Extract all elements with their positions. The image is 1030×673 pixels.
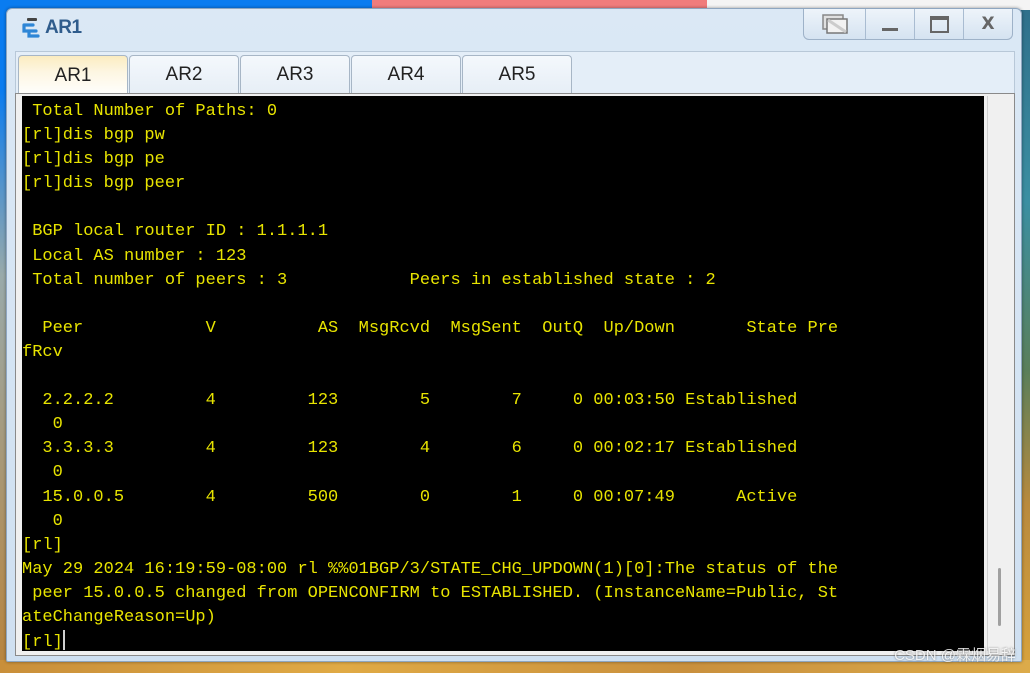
terminal-line: 2.2.2.2 4 123 5 7 0 00:03:50 Established xyxy=(22,391,798,411)
terminal-frame: Total Number of Paths: 0 [rl]dis bgp pw [r… xyxy=(15,93,1015,656)
restore-windows-button[interactable] xyxy=(804,9,865,39)
tab-ar5[interactable]: AR5 xyxy=(462,55,572,94)
minimize-icon xyxy=(882,27,898,31)
terminal-line: Total Number of Paths: 0 xyxy=(22,102,278,121)
terminal-line: [rl]dis bgp peer xyxy=(22,174,186,194)
window-title: AR1 xyxy=(45,17,82,38)
terminal-console[interactable]: Total Number of Paths: 0 [rl]dis bgp pw [r… xyxy=(22,96,984,651)
router-app-icon xyxy=(22,18,40,38)
device-tab-strip: AR1 AR2 AR3 AR4 AR5 xyxy=(15,51,1015,96)
watermark: CSDN @霖烟易辞 xyxy=(894,647,1016,664)
maximize-button[interactable] xyxy=(914,9,963,39)
terminal-line: Total number of peers : 3 Peers in estab… xyxy=(22,270,716,290)
terminal-output: Total Number of Paths: 0 [rl]dis bgp pw [r… xyxy=(22,96,984,651)
terminal-window: AR1 X AR1 AR2 AR3 AR4 AR5 Total Number o… xyxy=(6,8,1022,662)
close-button[interactable]: X xyxy=(963,9,1012,39)
terminal-line: 0 xyxy=(22,511,63,531)
terminal-line: 15.0.0.5 4 500 0 1 0 00:07:49 Active xyxy=(22,487,798,507)
terminal-line: [rl]dis bgp pw xyxy=(22,126,165,146)
terminal-line: Local AS number : 123 xyxy=(22,246,247,266)
terminal-line: peer 15.0.0.5 changed from OPENCONFIRM t… xyxy=(22,583,839,603)
tab-ar1[interactable]: AR1 xyxy=(18,55,128,96)
window-controls: X xyxy=(803,9,1013,40)
restore-windows-icon xyxy=(821,14,848,34)
tab-ar2[interactable]: AR2 xyxy=(129,55,239,94)
scrollbar-thumb[interactable] xyxy=(998,568,1001,626)
terminal-prompt: [rl] xyxy=(22,633,63,651)
terminal-line: [rl]dis bgp pe xyxy=(22,150,165,170)
tab-ar3[interactable]: AR3 xyxy=(240,55,350,94)
text-cursor xyxy=(62,630,65,651)
terminal-line: 0 xyxy=(22,415,63,435)
terminal-line: [rl] xyxy=(22,535,63,555)
terminal-line: 3.3.3.3 4 123 4 6 0 00:02:17 Established xyxy=(22,439,798,459)
vertical-scrollbar[interactable] xyxy=(987,96,1012,651)
terminal-prompt-line[interactable]: [rl] xyxy=(22,630,984,651)
minimize-button[interactable] xyxy=(865,9,914,39)
title-bar[interactable]: AR1 X xyxy=(7,9,1021,47)
terminal-line: Peer V AS MsgRcvd MsgSent OutQ Up/Down S… xyxy=(22,318,839,338)
terminal-line: BGP local router ID : 1.1.1.1 xyxy=(22,222,329,242)
terminal-line: fRcv xyxy=(22,342,63,362)
terminal-line: May 29 2024 16:19:59-08:00 rl %%01BGP/3/… xyxy=(22,559,839,579)
tab-ar4[interactable]: AR4 xyxy=(351,55,461,94)
terminal-line: 0 xyxy=(22,463,63,483)
terminal-line: ateChangeReason=Up) xyxy=(22,607,216,627)
maximize-icon xyxy=(929,15,949,33)
